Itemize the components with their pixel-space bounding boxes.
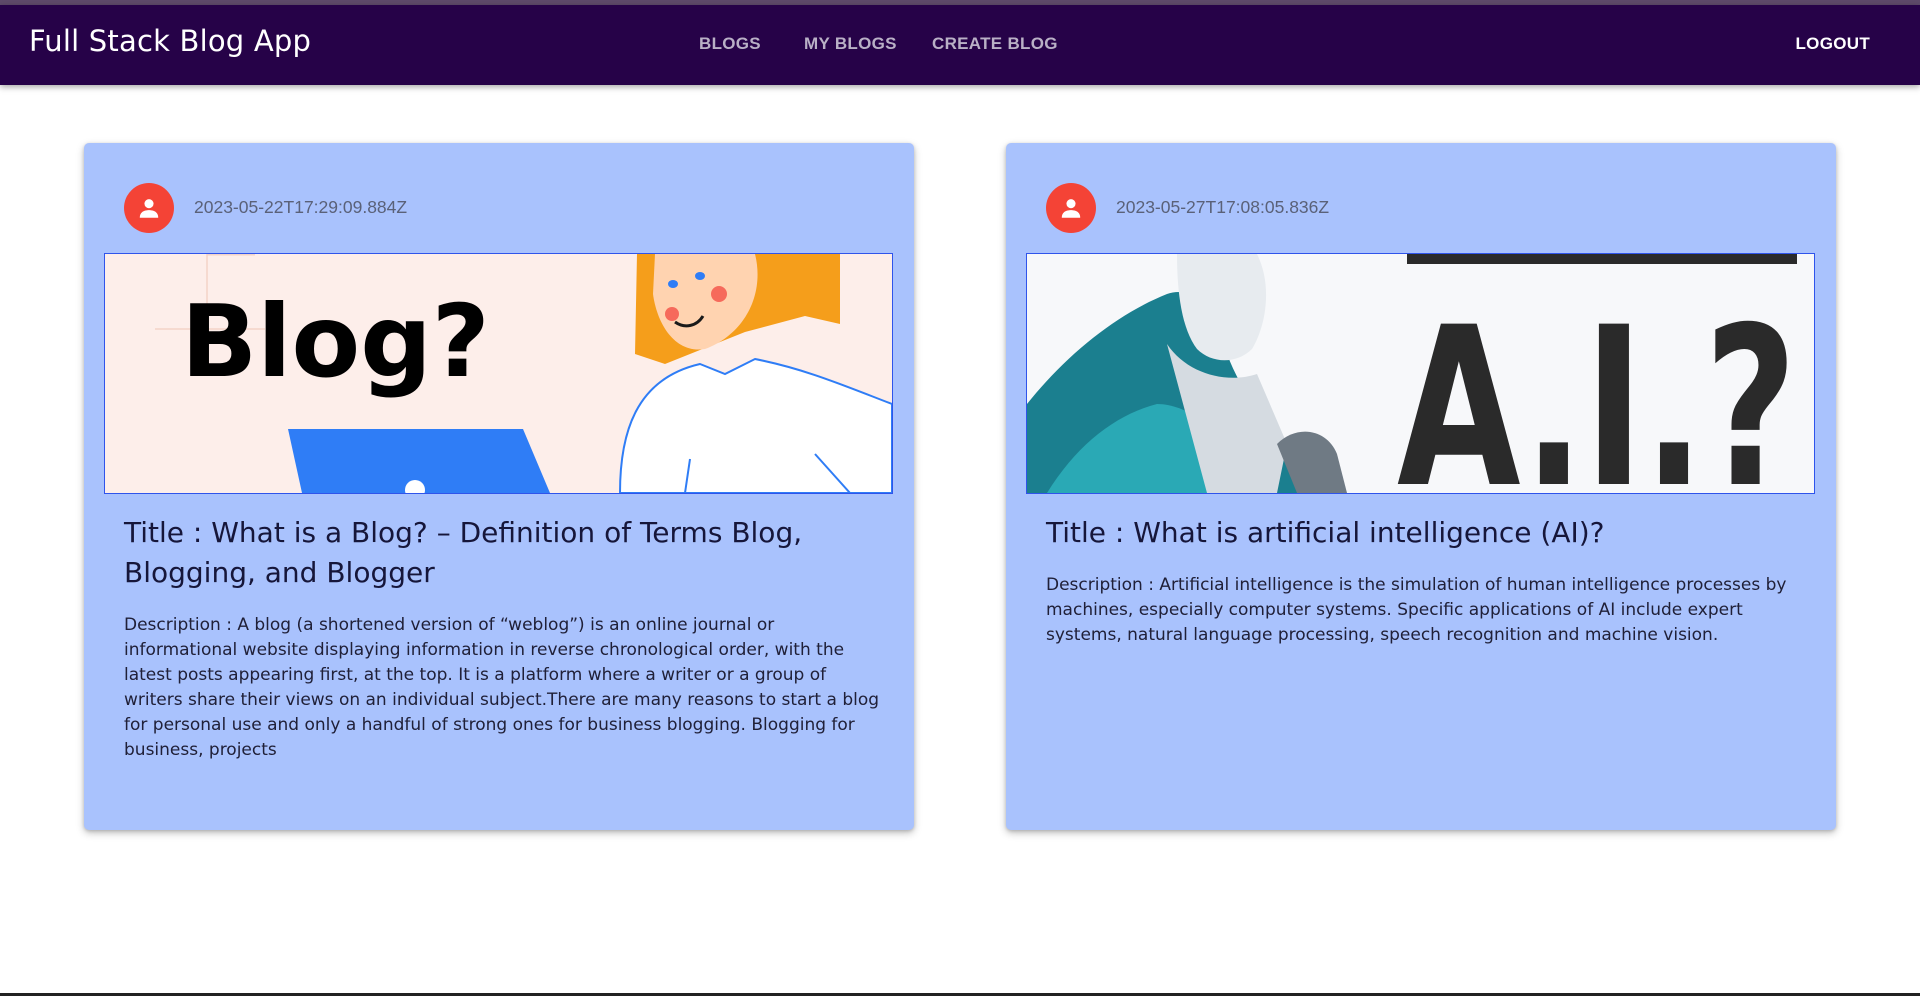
ai-illustration: A.I.?: [1027, 254, 1814, 493]
avatar: [124, 183, 174, 233]
ai-image-text: A.I.?: [1397, 280, 1797, 493]
blog-title: Title : What is a Blog? – Definition of …: [124, 516, 803, 589]
logout-button[interactable]: LOGOUT: [1795, 34, 1870, 54]
blog-description: Description : Artificial intelligence is…: [1046, 575, 1787, 645]
blog-image: A.I.?: [1026, 253, 1815, 494]
avatar: [1046, 183, 1096, 233]
person-icon: [1061, 199, 1081, 218]
blog-illustration: Blog?: [105, 254, 892, 493]
blog-card: 2023-05-22T17:29:09.884Z Blog? Title : W…: [84, 143, 914, 830]
app-title: Full Stack Blog App: [29, 24, 312, 58]
nav-create-blog-button[interactable]: CREATE BLOG: [932, 34, 1058, 54]
nav-blogs-button[interactable]: BLOGS: [699, 34, 761, 54]
blog-date: 2023-05-22T17:29:09.884Z: [194, 197, 408, 217]
blog-date: 2023-05-27T17:08:05.836Z: [1116, 197, 1330, 217]
blog-title: Title : What is artificial intelligence …: [1046, 516, 1605, 549]
nav-my-blogs-button[interactable]: MY BLOGS: [804, 34, 897, 54]
blog-card: 2023-05-27T17:08:05.836Z A.I.? Title : W…: [1006, 143, 1836, 830]
blog-image: Blog?: [104, 253, 893, 494]
person-icon: [139, 199, 159, 218]
blog-image-text: Blog?: [181, 283, 490, 400]
blog-description: Description : A blog (a shortened versio…: [124, 615, 880, 760]
app-bar: Full Stack Blog App BLOGS MY BLOGS CREAT…: [0, 5, 1920, 85]
